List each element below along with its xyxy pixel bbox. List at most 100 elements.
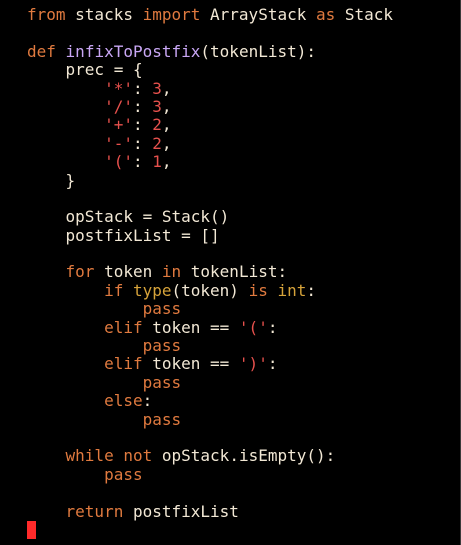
code-token: opStack.isEmpty():	[152, 446, 336, 466]
code-token: token ==	[142, 317, 239, 337]
code-token: import	[142, 5, 201, 24]
code-token: '('	[238, 317, 268, 337]
code-line: elif token == '(':	[27, 317, 393, 337]
code-token: '*'	[104, 78, 133, 98]
code-token: while	[65, 446, 114, 466]
code-token: pass	[142, 409, 182, 429]
code-token: 2	[152, 115, 162, 135]
code-token: else	[104, 391, 143, 411]
code-token: is	[248, 280, 268, 300]
code-line: opStack = Stack()	[27, 208, 393, 226]
code-token: stacks	[65, 5, 143, 24]
code-token: postfixList = []	[27, 225, 220, 245]
code-token: ,	[161, 115, 172, 135]
code-line: pass	[27, 464, 393, 484]
code-line: pass	[27, 300, 393, 318]
code-token: token ==	[142, 354, 239, 374]
code-line: return postfixList	[27, 501, 393, 521]
code-line: '+': 2,	[27, 116, 393, 134]
code-token: '('	[104, 152, 133, 172]
text-cursor	[27, 521, 36, 539]
code-token: (token)	[171, 280, 249, 300]
code-token: :	[132, 96, 153, 116]
code-token: pass	[104, 464, 143, 484]
code-line: '-': 2,	[27, 133, 393, 153]
code-token: '+'	[104, 115, 133, 135]
code-line: if type(token) is int:	[27, 280, 393, 300]
code-token: tokenList:	[181, 262, 288, 282]
code-line: '(': 1,	[27, 152, 393, 172]
code-token: 1	[152, 152, 162, 172]
code-token: '-'	[104, 133, 133, 153]
code-token: :	[132, 133, 153, 153]
code-token: not	[123, 446, 153, 466]
code-token: }	[27, 170, 76, 190]
code-token: Stack	[335, 5, 394, 24]
code-line: while not opStack.isEmpty():	[27, 447, 393, 465]
code-token: :	[267, 317, 278, 337]
code-content[interactable]: from stacks import ArrayStack as Stack de…	[27, 5, 394, 521]
code-token: type	[132, 280, 172, 300]
code-line: pass	[27, 336, 393, 355]
code-token: int	[277, 280, 307, 300]
code-token: in	[161, 262, 182, 282]
code-token: if	[104, 280, 124, 300]
code-token: elif	[104, 317, 143, 337]
code-line: from stacks import ArrayStack as Stack	[27, 5, 394, 24]
code-token: pass	[142, 299, 182, 319]
code-token: opStack = Stack()	[27, 207, 230, 227]
code-token: 3	[152, 78, 162, 98]
code-token: 3	[152, 96, 162, 116]
code-token: :	[142, 391, 153, 411]
code-line: pass	[27, 409, 393, 429]
code-token: infixToPostfix	[65, 41, 201, 61]
code-token: ,	[161, 78, 172, 98]
code-token: 2	[152, 133, 162, 153]
code-token: elif	[104, 354, 143, 374]
code-token: as	[315, 5, 336, 24]
code-token: from	[27, 5, 66, 24]
code-token: return	[65, 501, 124, 521]
code-token: '/'	[104, 96, 133, 116]
code-token: :	[306, 280, 317, 300]
code-line: postfixList = []	[27, 225, 393, 245]
code-line: else:	[27, 392, 393, 410]
code-editor[interactable]: from stacks import ArrayStack as Stack de…	[0, 0, 461, 545]
code-token: ,	[161, 96, 172, 116]
code-line: prec = {	[27, 60, 393, 80]
code-token: pass	[142, 372, 182, 392]
code-token: for	[65, 262, 95, 282]
code-token: postfixList	[123, 501, 239, 521]
code-token: (tokenList):	[200, 41, 316, 61]
code-line: pass	[27, 372, 393, 392]
code-line: for token in tokenList:	[27, 263, 393, 281]
code-line: '/': 3,	[27, 96, 393, 116]
code-token: ,	[161, 133, 172, 153]
code-line: '*': 3,	[27, 78, 393, 98]
code-token: prec = {	[27, 60, 143, 80]
code-token: :	[132, 152, 153, 172]
code-token: ArrayStack	[200, 5, 316, 24]
